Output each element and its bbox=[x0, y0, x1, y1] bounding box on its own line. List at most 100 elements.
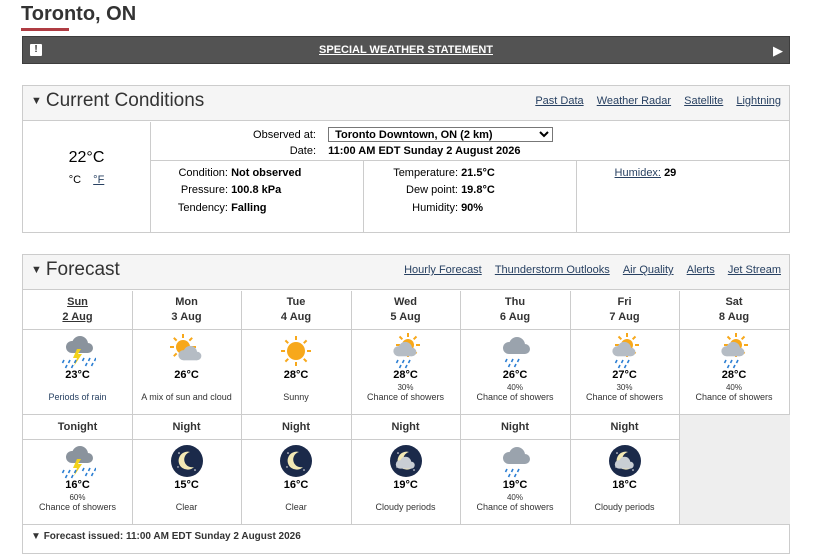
day-summary: Chance of showers bbox=[695, 392, 773, 402]
night-label: Night bbox=[172, 421, 201, 433]
day-date: 4 Aug bbox=[280, 311, 312, 323]
link-past-data[interactable]: Past Data bbox=[535, 95, 583, 107]
temperature-row: Temperature: 21.5°C bbox=[364, 167, 495, 179]
day-summary: Periods of rain bbox=[48, 392, 107, 402]
forecast-day-header[interactable]: Sun 2 Aug bbox=[23, 295, 132, 325]
forecast-day-cell: 26°C A mix of sun and cloud bbox=[132, 333, 241, 402]
night-pop bbox=[241, 491, 351, 502]
day-pop bbox=[241, 381, 351, 392]
forecast-night-header: Night bbox=[132, 420, 241, 435]
day-name: Wed bbox=[393, 296, 418, 308]
unit-fahrenheit-link[interactable]: °F bbox=[93, 174, 104, 186]
forecast-night-header: Night bbox=[351, 420, 460, 435]
day-temp: 28°C bbox=[283, 369, 309, 381]
night-summary: Cloudy periods bbox=[594, 502, 655, 512]
forecast-night-header: Night bbox=[570, 420, 679, 435]
link-weather-radar[interactable]: Weather Radar bbox=[597, 95, 671, 107]
day-pop: 40% bbox=[506, 383, 523, 392]
forecast-panel: ▼ Forecast Hourly Forecast Thunderstorm O… bbox=[22, 254, 790, 554]
alert-title[interactable]: SPECIAL WEATHER STATEMENT bbox=[23, 44, 789, 56]
condition-label: Condition: bbox=[178, 167, 228, 179]
dewpoint-row: Dew point: 19.8°C bbox=[364, 184, 495, 196]
forecast-title[interactable]: ▼ Forecast bbox=[31, 259, 120, 281]
day-pop: 30% bbox=[616, 383, 633, 392]
tendency-row: Tendency: Falling bbox=[151, 202, 267, 214]
forecast-day-header: Tue 4 Aug bbox=[241, 295, 351, 325]
divider bbox=[23, 414, 789, 415]
day-date: 2 Aug bbox=[62, 311, 93, 323]
sun-shower-icon bbox=[392, 333, 420, 369]
day-name: Mon bbox=[175, 296, 198, 308]
humidity-label: Humidity: bbox=[412, 202, 458, 214]
dewpoint-label: Dew point: bbox=[406, 184, 458, 196]
day-temp: 26°C bbox=[174, 369, 199, 381]
day-name: Tue bbox=[286, 296, 306, 308]
humidex-link[interactable]: Humidex: bbox=[615, 167, 661, 179]
night-label: Night bbox=[391, 421, 420, 433]
day-summary: A mix of sun and cloud bbox=[141, 392, 232, 402]
night-label: Night bbox=[500, 421, 530, 433]
unit-celsius: °C bbox=[68, 174, 82, 186]
collapse-triangle-icon: ▼ bbox=[31, 94, 42, 107]
observed-row: Observed at: Toronto Downtown, ON (2 km) bbox=[151, 127, 554, 142]
day-summary: Chance of showers bbox=[366, 392, 445, 402]
humidity-value: 90% bbox=[461, 202, 484, 214]
night-pop bbox=[132, 491, 241, 502]
date-label: Date: bbox=[289, 145, 316, 157]
night-temp: 15°C bbox=[174, 479, 199, 491]
forecast-night-header: Tonight bbox=[23, 420, 132, 435]
night-summary: Chance of showers bbox=[38, 502, 117, 512]
day-temp: 23°C bbox=[65, 369, 90, 381]
humidex-row: Humidex: 29 bbox=[577, 167, 677, 179]
forecast-night-cell: 18°C Cloudy periods bbox=[570, 443, 679, 512]
night-temp: 16°C bbox=[65, 479, 90, 491]
current-conditions-header: ▼ Current Conditions Past Data Weather Ra… bbox=[23, 86, 789, 121]
forecast-day-header: Sat 8 Aug bbox=[679, 295, 789, 325]
link-lightning[interactable]: Lightning bbox=[736, 95, 781, 107]
temperature-value: 21.5°C bbox=[461, 167, 495, 179]
night-label: Tonight bbox=[57, 421, 98, 433]
station-select[interactable]: Toronto Downtown, ON (2 km) bbox=[328, 127, 554, 142]
humidity-row: Humidity: 90% bbox=[364, 202, 483, 214]
day-name: Sun bbox=[67, 296, 88, 308]
link-jet-stream[interactable]: Jet Stream bbox=[728, 264, 781, 276]
link-thunderstorm-outlooks[interactable]: Thunderstorm Outlooks bbox=[495, 264, 610, 276]
forecast-day-cell: 27°C 30% Chance of showers bbox=[570, 333, 679, 402]
divider bbox=[150, 160, 789, 161]
link-hourly-forecast[interactable]: Hourly Forecast bbox=[404, 264, 482, 276]
forecast-label: Forecast bbox=[45, 259, 120, 280]
forecast-night-cell: 15°C Clear bbox=[132, 443, 241, 512]
link-satellite[interactable]: Satellite bbox=[684, 95, 723, 107]
empty-cell bbox=[680, 415, 790, 524]
night-temp: 16°C bbox=[283, 479, 309, 491]
forecast-links: Hourly Forecast Thunderstorm Outlooks Ai… bbox=[394, 264, 781, 276]
alert-banner[interactable]: ! SPECIAL WEATHER STATEMENT ▶ bbox=[22, 36, 790, 64]
forecast-night-cell: 16°C Clear bbox=[241, 443, 351, 512]
pressure-row: Pressure: 100.8 kPa bbox=[151, 184, 281, 196]
forecast-issued[interactable]: ▼ Forecast issued: 11:00 AM EDT Sunday 2… bbox=[31, 531, 301, 542]
issued-text: Forecast issued: 11:00 AM EDT Sunday 2 A… bbox=[43, 531, 301, 542]
forecast-day-cell: 28°C 40% Chance of showers bbox=[679, 333, 789, 402]
night-summary: Chance of showers bbox=[476, 502, 554, 512]
forecast-day-header: Fri 7 Aug bbox=[570, 295, 679, 325]
day-temp: 26°C bbox=[502, 369, 528, 381]
link-alerts[interactable]: Alerts bbox=[687, 264, 715, 276]
rain-thunder-icon bbox=[61, 336, 96, 369]
forecast-day-cell: 23°C Periods of rain bbox=[23, 333, 132, 402]
expand-arrow-icon[interactable]: ▶ bbox=[773, 43, 783, 59]
current-conditions-title[interactable]: ▼ Current Conditions bbox=[31, 90, 204, 112]
temperature-label: Temperature: bbox=[393, 167, 458, 179]
unit-toggle: °C °F bbox=[23, 174, 150, 186]
day-temp: 27°C bbox=[612, 369, 637, 381]
forecast-day-cell: 28°C 30% Chance of showers bbox=[351, 333, 460, 402]
condition-value: Not observed bbox=[231, 167, 302, 179]
day-date: 7 Aug bbox=[609, 311, 640, 323]
condition-row: Condition: Not observed bbox=[151, 167, 301, 179]
day-temp: 28°C bbox=[393, 369, 418, 381]
forecast-day-header: Thu 6 Aug bbox=[460, 295, 570, 325]
link-air-quality[interactable]: Air Quality bbox=[623, 264, 674, 276]
sun-shower-icon bbox=[721, 333, 748, 369]
date-value: 11:00 AM EDT Sunday 2 August 2026 bbox=[328, 145, 521, 157]
current-conditions-panel: ▼ Current Conditions Past Data Weather Ra… bbox=[22, 85, 790, 233]
current-temp: 22°C bbox=[68, 149, 105, 166]
